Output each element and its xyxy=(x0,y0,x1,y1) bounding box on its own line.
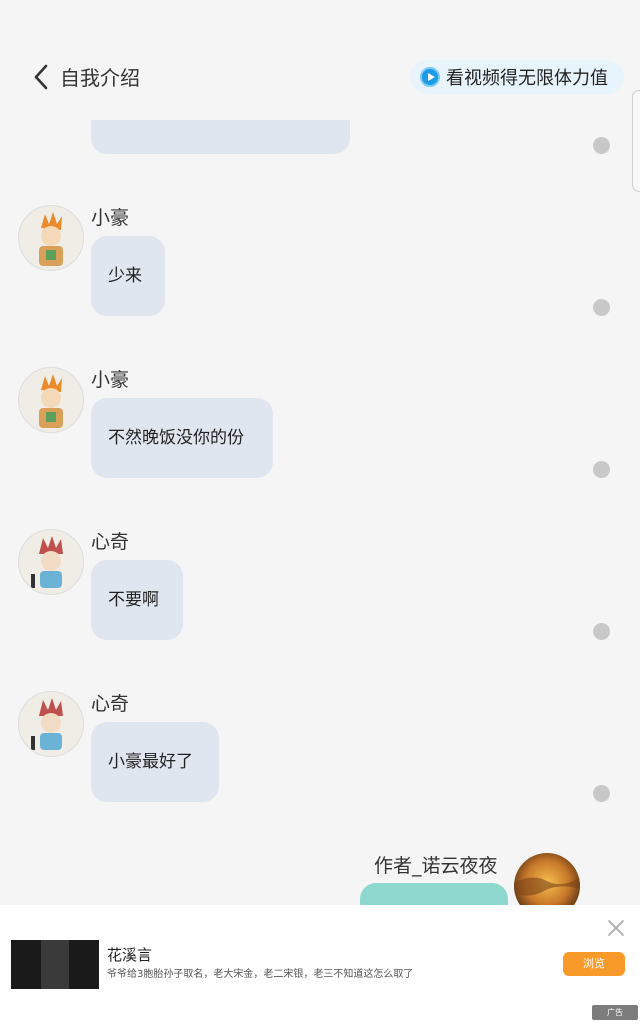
author-message-bubble[interactable] xyxy=(360,883,508,905)
author-avatar[interactable] xyxy=(514,853,580,905)
message-bubble[interactable]: 不然晚饭没你的份 xyxy=(91,398,273,478)
ad-browse-button[interactable]: 浏览 xyxy=(563,952,625,976)
status-dot xyxy=(593,461,610,478)
sender-name: 小豪 xyxy=(91,369,130,391)
message-bubble[interactable]: 小豪最好了 xyxy=(91,722,219,802)
chevron-left-icon xyxy=(34,64,48,90)
play-circle-icon xyxy=(420,67,440,87)
message-bubble[interactable]: 不要啊 xyxy=(91,560,183,640)
avatar-xinqi[interactable] xyxy=(18,529,84,595)
ad-description: 爷爷给3胞胎孙子取名，老大宋金，老二宋银，老三不知道这怎么取了 xyxy=(107,969,414,980)
chat-area: 小豪 少来 小豪 不然晚饭没你的份 心奇 不要啊 心奇 小豪最好了 作者_诺云夜… xyxy=(0,0,640,905)
ad-banner[interactable]: 花溪言 爷爷给3胞胎孙子取名，老大宋金，老二宋银，老三不知道这怎么取了 浏览 广… xyxy=(0,905,640,1024)
status-dot xyxy=(593,299,610,316)
side-drawer-handle[interactable] xyxy=(632,90,640,192)
back-button[interactable] xyxy=(30,62,52,92)
avatar-xiaohao[interactable] xyxy=(18,205,84,271)
avatar-xiaohao[interactable] xyxy=(18,367,84,433)
status-dot xyxy=(593,137,610,154)
status-dot xyxy=(593,623,610,640)
sender-name: 心奇 xyxy=(91,693,130,715)
status-dot xyxy=(593,785,610,802)
ad-thumbnail[interactable] xyxy=(11,940,99,989)
author-name: 作者_诺云夜夜 xyxy=(374,855,498,877)
sender-name: 小豪 xyxy=(91,207,130,229)
video-reward-button[interactable]: 看视频得无限体力值 xyxy=(410,60,624,94)
message-bubble-partial[interactable] xyxy=(91,118,350,154)
avatar-xinqi[interactable] xyxy=(18,691,84,757)
sender-name: 心奇 xyxy=(91,531,130,553)
header-bar: 自我介绍 看视频得无限体力值 xyxy=(0,0,640,192)
ad-badge: 广告 xyxy=(592,1005,638,1020)
page-title: 自我介绍 xyxy=(60,66,140,90)
ad-title: 花溪言 xyxy=(107,946,153,964)
video-reward-label: 看视频得无限体力值 xyxy=(446,68,608,89)
message-bubble[interactable]: 少来 xyxy=(91,236,165,316)
close-icon[interactable] xyxy=(606,918,626,938)
